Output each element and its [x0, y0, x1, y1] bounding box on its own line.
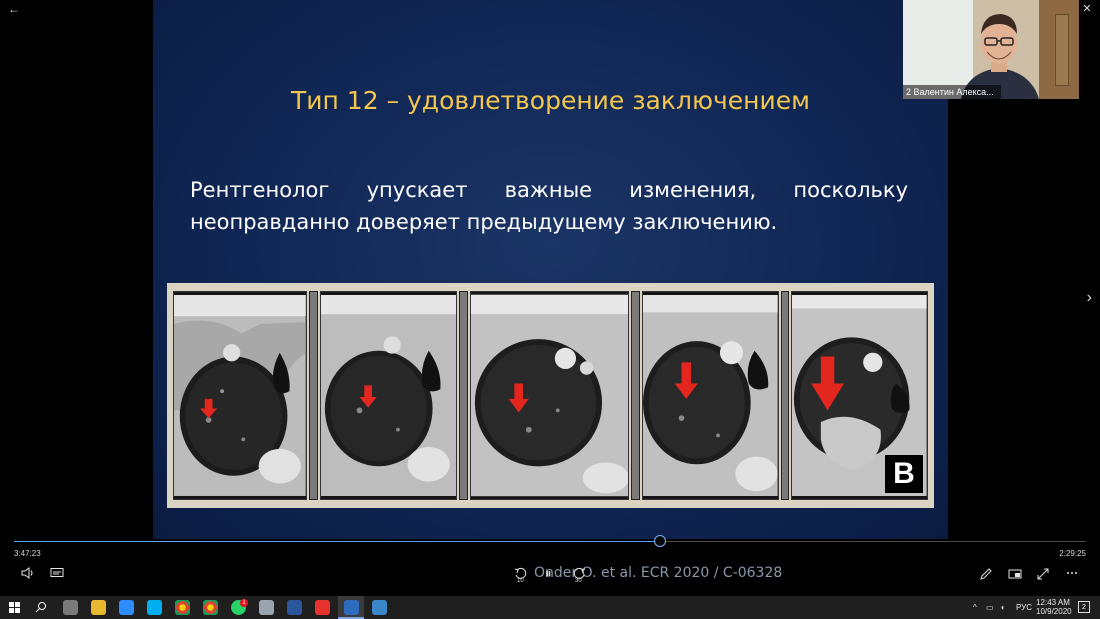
pause-button[interactable]: ⏸ [545, 567, 552, 581]
photos-icon[interactable] [372, 600, 387, 615]
slide-title: Тип 12 – удовлетворение заключением [291, 86, 810, 115]
tray-volume-icon[interactable]: ◖ [1000, 603, 1005, 612]
tray-chevron-icon[interactable]: ^ [973, 603, 977, 612]
file-explorer-icon[interactable] [91, 600, 106, 615]
panel-separator [308, 291, 318, 500]
panel-separator [459, 291, 468, 500]
app-icon-snip[interactable] [63, 600, 78, 615]
mini-player-icon [1008, 569, 1022, 579]
back-button[interactable]: ← [8, 2, 20, 16]
captions-button[interactable] [50, 567, 64, 582]
ct-image-strip: B [167, 283, 934, 508]
word-icon[interactable] [287, 600, 302, 615]
panel-separator [631, 291, 640, 500]
chrome-profile-icon[interactable] [203, 600, 218, 615]
windows-taskbar: 1 ^ ▭ ◖ РУС 12:43 AM 10/9/2020 2 [0, 596, 1100, 619]
app-icon-generic[interactable] [259, 600, 274, 615]
pen-icon [980, 568, 992, 580]
participant-name: 2 Валентин Алекса... [903, 85, 1001, 99]
time-elapsed: 3:47:23 [14, 549, 41, 558]
search-icon[interactable] [35, 601, 47, 613]
tray-clock[interactable]: 12:43 AM 10/9/2020 [1036, 598, 1072, 616]
skip-forward-label: 30 [575, 578, 582, 584]
speaker-icon [21, 567, 33, 579]
tray-network-icon[interactable]: ▭ [986, 603, 994, 612]
action-center-icon[interactable]: 2 [1078, 601, 1090, 613]
ct-panel-4 [641, 291, 779, 500]
notification-badge: 1 [240, 599, 248, 607]
tray-date: 10/9/2020 [1036, 607, 1072, 616]
panel-separator [780, 291, 790, 500]
expand-icon [1037, 568, 1049, 580]
language-indicator[interactable]: РУС [1016, 603, 1032, 612]
volume-button[interactable] [21, 567, 35, 582]
ct-scan-image [174, 295, 306, 496]
time-total: 2:29:25 [1059, 549, 1086, 558]
ct-panel-2 [319, 291, 458, 500]
fullscreen-button[interactable] [1036, 567, 1050, 584]
windows-start-icon[interactable] [9, 602, 20, 613]
ellipsis-icon [1067, 572, 1077, 574]
zoom-icon[interactable] [119, 600, 134, 615]
ct-panel-1 [173, 291, 307, 500]
skip-back-label: 10 [517, 578, 524, 584]
movies-tv-icon[interactable] [344, 600, 359, 615]
tray-time: 12:43 AM [1036, 598, 1070, 607]
annotate-button[interactable] [979, 567, 993, 584]
next-slide-button[interactable]: › [1087, 289, 1092, 307]
participant-video-tile[interactable]: 2 Валентин Алекса... [903, 0, 1079, 99]
skype-icon[interactable] [147, 600, 162, 615]
seek-bar[interactable] [14, 535, 1086, 547]
captions-icon [50, 568, 64, 577]
picture-in-picture-button[interactable] [1008, 567, 1022, 584]
slide-body-text: Рентгенолог упускает важные изменения, п… [190, 178, 908, 234]
more-options-button[interactable] [1065, 566, 1079, 583]
chrome-icon[interactable] [175, 600, 190, 615]
acrobat-icon[interactable] [315, 600, 330, 615]
panel-label-badge: B [885, 455, 923, 493]
screen: ← — ❐ ✕ Тип 12 – удовлетворение заключен… [0, 0, 1100, 619]
seek-bar-thumb[interactable] [654, 535, 667, 547]
ct-panel-5: B [791, 291, 928, 500]
ct-panel-3 [469, 291, 630, 500]
seek-bar-fill [14, 541, 661, 542]
